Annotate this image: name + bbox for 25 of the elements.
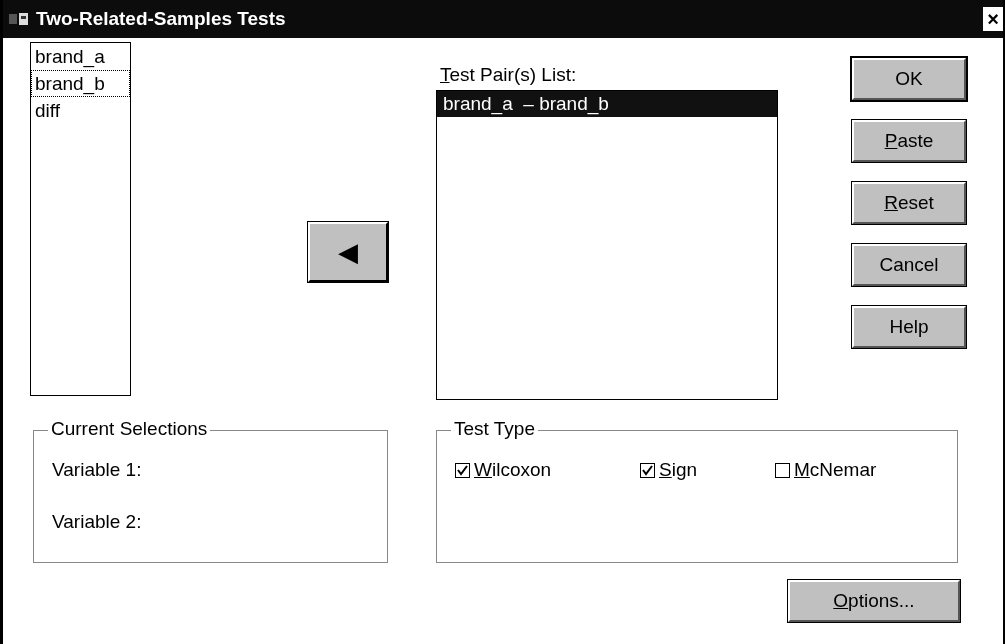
checkbox-icon[interactable] <box>640 462 655 478</box>
pair-list[interactable]: brand_a – brand_b <box>436 90 778 400</box>
window-title: Two-Related-Samples Tests <box>36 8 287 30</box>
checkbox-icon[interactable] <box>775 462 790 478</box>
variable-item[interactable]: brand_b <box>31 70 130 97</box>
move-button[interactable]: ◀ <box>308 222 388 282</box>
test-checkbox[interactable]: McNemar <box>775 459 877 481</box>
dialog-button[interactable]: OK <box>852 58 966 100</box>
dialog-button[interactable]: Cancel <box>852 244 966 286</box>
selection-label: Variable 1: <box>52 459 143 481</box>
options-button[interactable]: Options... <box>788 580 960 622</box>
test-checkbox[interactable]: Wilcoxon <box>455 459 640 481</box>
dialog-button[interactable]: Paste <box>852 120 966 162</box>
dialog-button[interactable]: Help <box>852 306 966 348</box>
pair-item[interactable]: brand_a – brand_b <box>437 91 777 117</box>
test-checkbox[interactable]: Sign <box>640 459 775 481</box>
app-icon <box>8 11 30 27</box>
variable-list[interactable]: brand_a brand_b diff <box>30 42 131 396</box>
dialog-button[interactable]: Reset <box>852 182 966 224</box>
variable-item[interactable]: brand_a <box>31 43 130 70</box>
close-button[interactable]: × <box>983 7 1003 31</box>
variable-item[interactable]: diff <box>31 97 130 124</box>
pair-list-label: Test Pair(s) List: <box>439 64 578 87</box>
checkbox-icon[interactable] <box>455 462 470 478</box>
selection-label: Variable 2: <box>52 511 143 533</box>
